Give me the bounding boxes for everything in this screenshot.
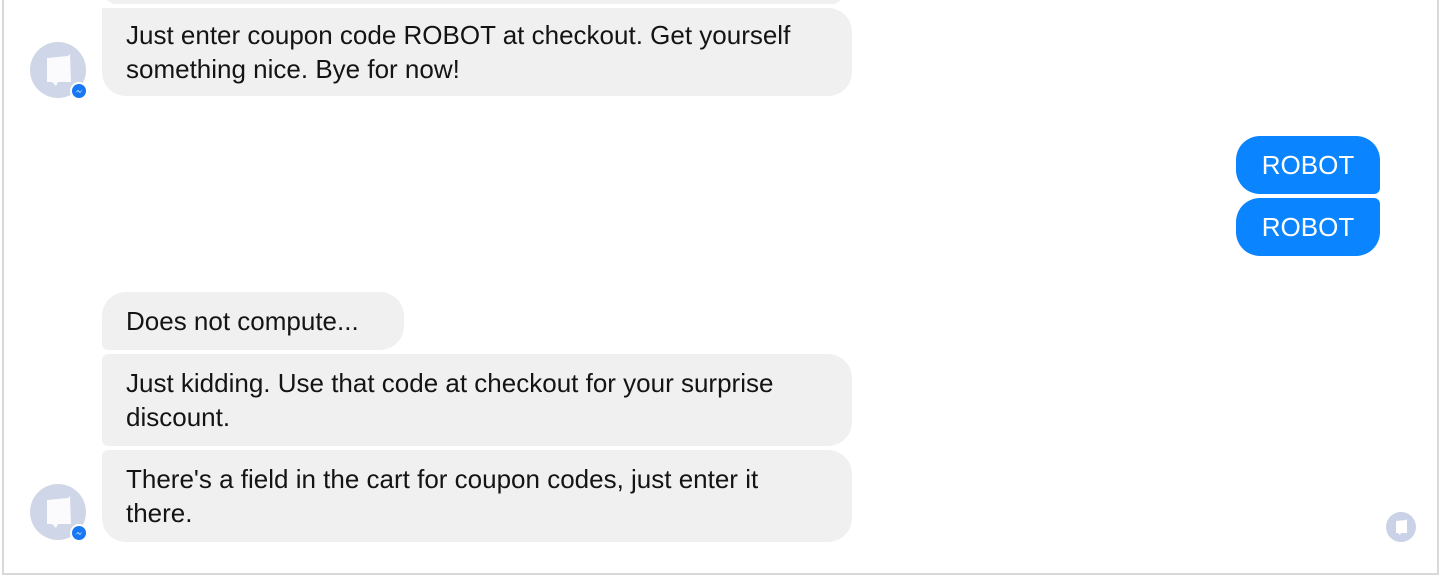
chat-thread: Just enter coupon code ROBOT at checkout… [2,0,1439,575]
previous-message-bubble [104,0,844,4]
message-text: ROBOT [1261,150,1355,180]
message-text: Just enter coupon code ROBOT at checkout… [126,20,791,84]
bot-avatar[interactable] [30,42,88,100]
message-bubble[interactable]: There's a field in the cart for coupon c… [102,450,852,542]
message-bubble[interactable]: Just kidding. Use that code at checkout … [102,354,852,446]
message-bubble[interactable]: Just enter coupon code ROBOT at checkout… [102,8,852,96]
message-text: Just kidding. Use that code at checkout … [126,368,774,432]
messenger-badge-icon [70,82,88,100]
message-text: There's a field in the cart for coupon c… [126,464,759,528]
seen-avatar-icon [1386,512,1416,542]
message-text: ROBOT [1261,212,1355,242]
user-message-bubble[interactable]: ROBOT [1236,198,1380,256]
message-bubble[interactable]: Does not compute... [102,292,404,350]
user-message-bubble[interactable]: ROBOT [1236,136,1380,194]
bot-avatar[interactable] [30,484,88,542]
messenger-badge-icon [70,524,88,542]
message-text: Does not compute... [126,306,359,336]
